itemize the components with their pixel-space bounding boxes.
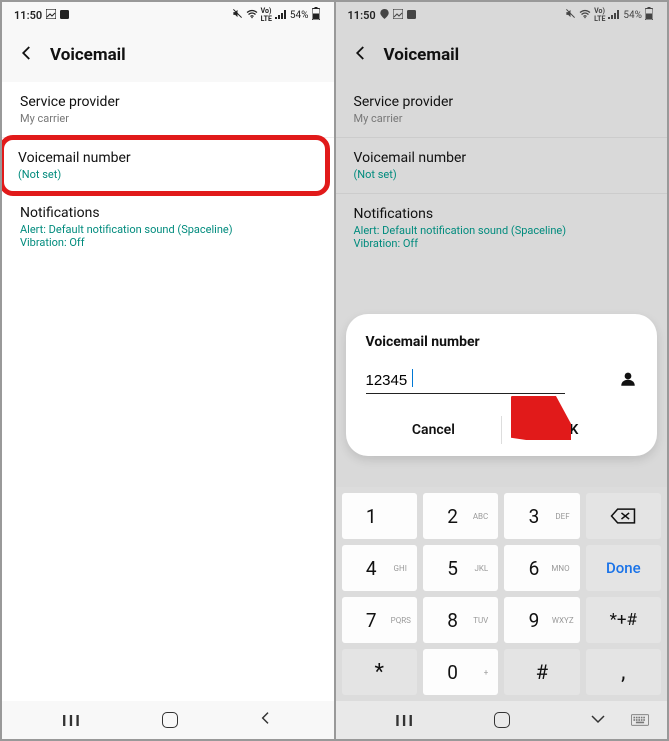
setting-service-provider[interactable]: Service provider My carrier: [336, 82, 668, 138]
phone-left: 11:50 Vo)LTE 54%: [2, 2, 334, 739]
battery-percent: 54%: [623, 10, 642, 21]
setting-sub: My carrier: [20, 112, 316, 125]
voicemail-number-dialog: Voicemail number Cancel OK: [346, 314, 658, 456]
status-time: 11:50: [14, 9, 42, 22]
setting-title: Service provider: [354, 94, 650, 110]
key-star[interactable]: *: [342, 649, 417, 695]
wifi-icon: [246, 9, 258, 22]
key-7[interactable]: 7PQRS: [342, 597, 417, 643]
keyboard-icon[interactable]: [631, 711, 649, 730]
setting-title: Service provider: [20, 94, 316, 110]
page-title: Voicemail: [50, 45, 126, 65]
home-icon[interactable]: [162, 712, 178, 728]
key-symbols[interactable]: *+#: [586, 597, 661, 643]
setting-title: Voicemail number: [354, 150, 650, 166]
app-icon: [60, 9, 69, 22]
back-nav-icon[interactable]: [258, 710, 274, 730]
mute-icon: [565, 8, 576, 22]
setting-sub: Alert: Default notification sound (Space…: [20, 223, 316, 249]
location-icon: [380, 9, 389, 22]
home-icon[interactable]: [494, 712, 510, 728]
settings-list: Service provider My carrier Voicemail nu…: [2, 82, 334, 701]
volte-icon: Vo)LTE: [594, 7, 605, 23]
status-bar: 11:50 Vo)LTE: [336, 2, 668, 28]
setting-notifications[interactable]: Notifications Alert: Default notificatio…: [336, 194, 668, 262]
key-comma[interactable]: ,: [586, 649, 661, 695]
key-4[interactable]: 4GHI: [342, 545, 417, 591]
volte-icon: Vo)LTE: [261, 7, 272, 23]
setting-service-provider[interactable]: Service provider My carrier: [2, 82, 334, 138]
status-time: 11:50: [348, 9, 376, 22]
ok-button[interactable]: OK: [501, 404, 637, 456]
setting-sub: (Not set): [354, 168, 650, 181]
page-title: Voicemail: [384, 45, 460, 65]
setting-sub: (Not set): [18, 168, 311, 181]
picture-icon: [46, 9, 56, 22]
setting-sub: My carrier: [354, 112, 650, 125]
key-9[interactable]: 9WXYZ: [504, 597, 579, 643]
key-6[interactable]: 6MNO: [504, 545, 579, 591]
signal-icon: [275, 9, 287, 22]
cancel-button[interactable]: Cancel: [366, 404, 502, 456]
nav-bar: III: [2, 701, 334, 739]
key-5[interactable]: 5JKL: [423, 545, 498, 591]
picture-icon: [393, 9, 403, 22]
dialog-title: Voicemail number: [366, 334, 638, 350]
setting-voicemail-number[interactable]: Voicemail number (Not set): [336, 138, 668, 194]
setting-sub: Alert: Default notification sound (Space…: [354, 224, 650, 250]
nav-bar: III: [336, 701, 668, 739]
key-0[interactable]: 0+: [423, 649, 498, 695]
voicemail-number-input[interactable]: [366, 368, 565, 394]
keyboard-dismiss-icon[interactable]: [589, 711, 607, 730]
recents-icon[interactable]: III: [395, 711, 415, 730]
signal-icon: [608, 9, 620, 22]
key-backspace[interactable]: [586, 493, 661, 539]
status-bar: 11:50 Vo)LTE 54%: [2, 2, 334, 28]
mute-icon: [232, 8, 243, 22]
app-header: Voicemail: [336, 28, 668, 82]
key-done[interactable]: Done: [586, 545, 661, 591]
recents-icon[interactable]: III: [62, 711, 82, 730]
key-1[interactable]: 1: [342, 493, 417, 539]
wifi-icon: [579, 9, 591, 22]
app-icon: [407, 9, 416, 22]
phone-right: 11:50 Vo)LTE: [336, 2, 668, 739]
text-cursor: [412, 369, 414, 387]
key-3[interactable]: 3DEF: [504, 493, 579, 539]
key-8[interactable]: 8TUV: [423, 597, 498, 643]
setting-title: Voicemail number: [18, 150, 311, 166]
setting-title: Notifications: [354, 206, 650, 222]
numeric-keypad: 1 2ABC 3DEF 4GHI 5JKL 6MNO Done 7PQRS 8T…: [336, 487, 668, 701]
setting-title: Notifications: [20, 205, 316, 221]
app-header: Voicemail: [2, 28, 334, 82]
back-icon[interactable]: [18, 43, 36, 67]
key-2[interactable]: 2ABC: [423, 493, 498, 539]
setting-notifications[interactable]: Notifications Alert: Default notificatio…: [2, 193, 334, 261]
battery-percent: 54%: [290, 10, 309, 21]
key-hash[interactable]: #: [504, 649, 579, 695]
highlight-voicemail-number[interactable]: Voicemail number (Not set): [2, 135, 330, 196]
battery-icon: [645, 7, 653, 23]
battery-icon: [312, 7, 320, 23]
back-icon[interactable]: [352, 43, 370, 67]
contact-icon[interactable]: [619, 370, 637, 393]
